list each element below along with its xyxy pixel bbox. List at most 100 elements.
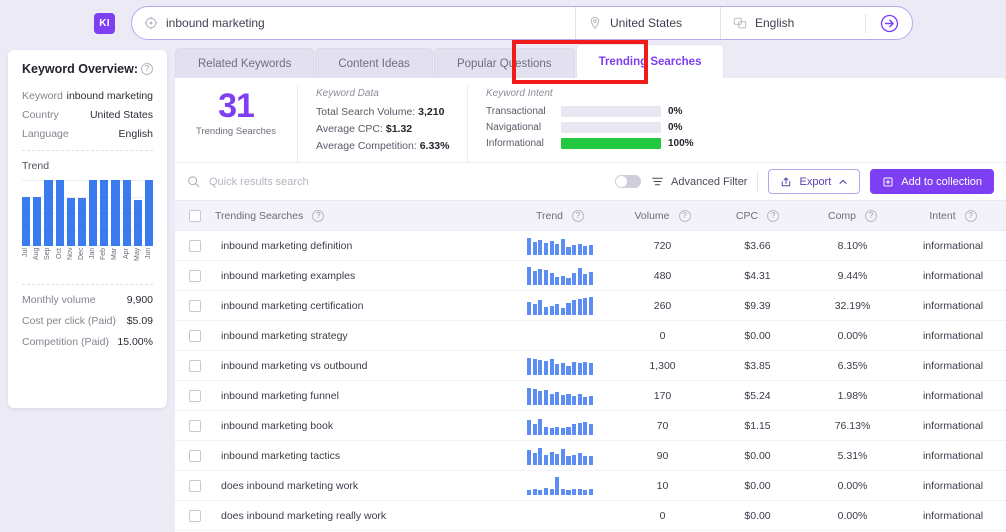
cell-cpc: $1.15: [710, 410, 805, 441]
chart-bar: [77, 198, 87, 246]
overview-field-language: Language English: [22, 128, 153, 140]
table-row[interactable]: inbound marketing vs outbound 1,300 $3.85 6…: [175, 350, 1006, 381]
filter-icon: [652, 177, 663, 186]
tab-trending-searches[interactable]: Trending Searches: [575, 44, 725, 78]
question-mark-icon[interactable]: ?: [865, 209, 877, 222]
header-label: Intent: [929, 209, 956, 222]
header-trend[interactable]: Trend ?: [505, 200, 615, 231]
question-mark-icon[interactable]: ?: [141, 63, 153, 75]
tab-content-ideas[interactable]: Content Ideas: [315, 48, 433, 78]
question-mark-icon[interactable]: ?: [572, 209, 585, 222]
keyword-overview-card: Keyword Overview: ? Keyword inbound mark…: [8, 50, 167, 408]
select-all-checkbox[interactable]: [189, 209, 201, 222]
cell-cpc: $4.31: [710, 260, 805, 291]
kd-value: 6.33%: [419, 140, 450, 152]
divider: [22, 150, 153, 151]
row-checkbox[interactable]: [189, 479, 201, 492]
table-row[interactable]: does inbound marketing really work 0 $0.00…: [175, 500, 1006, 531]
cell-trend-sparkline: [505, 230, 615, 261]
table-row[interactable]: inbound marketing tactics 90 $0.00 5.31% inf…: [175, 440, 1006, 471]
summary-strip: 31 Trending Searches Keyword Data Total …: [175, 78, 1006, 162]
cell-comp: 8.10%: [805, 230, 900, 261]
question-mark-icon[interactable]: ?: [312, 209, 325, 222]
table-row[interactable]: inbound marketing definition 720 $3.66 8.10…: [175, 230, 1006, 261]
row-checkbox[interactable]: [189, 299, 201, 312]
chart-bar: [122, 180, 131, 246]
header-volume[interactable]: Volume ?: [615, 200, 710, 231]
keyword-intent-block: Keyword Intent Transactional 0% Navigati…: [467, 86, 697, 162]
add-to-collection-button[interactable]: Add to collection: [870, 169, 994, 194]
stat-value: 9,900: [126, 294, 153, 306]
cell-trend-sparkline: [505, 380, 615, 411]
header-label: Trend: [535, 209, 564, 222]
stat-value: 15.00%: [117, 336, 153, 348]
table-row[interactable]: inbound marketing funnel 170 $5.24 1.98% inf…: [175, 380, 1006, 411]
cell-intent: informational: [900, 410, 1006, 441]
chart-x-tick-label: Jul: [22, 248, 29, 257]
row-checkbox[interactable]: [189, 269, 201, 282]
row-checkbox[interactable]: [189, 329, 201, 342]
advanced-filter-button[interactable]: Advanced Filter: [651, 175, 747, 188]
search-input[interactable]: [209, 175, 509, 188]
export-icon: [782, 176, 791, 186]
row-checkbox[interactable]: [189, 509, 201, 522]
cell-comp: 76.13%: [805, 410, 900, 441]
row-checkbox[interactable]: [189, 389, 201, 402]
cell-cpc: $0.00: [710, 320, 805, 351]
question-mark-icon[interactable]: ?: [678, 209, 691, 222]
chart-bar: [111, 180, 120, 246]
cell-volume: 260: [615, 290, 710, 321]
chart-x-tick-labels: Jul Aug Sep Oct Nov Dec Jan Feb Mar Apr May Jun: [22, 248, 153, 274]
filter-toggle[interactable]: [615, 175, 642, 188]
tab-related-keywords[interactable]: Related Keywords: [175, 48, 315, 78]
cell-intent: informational: [900, 440, 1006, 471]
table-row[interactable]: inbound marketing certification 260 $9.39 3…: [175, 290, 1006, 321]
stat-label: Monthly volume: [22, 294, 96, 306]
cell-intent: informational: [900, 260, 1006, 291]
kd-label: Average Competition:: [316, 140, 417, 152]
keyword-data-title: Keyword Data: [316, 88, 379, 99]
cell-volume: 0: [615, 320, 710, 351]
keyword-data-row: Average CPC: $1.32: [316, 123, 467, 135]
row-checkbox[interactable]: [189, 449, 201, 462]
intent-bar: [561, 138, 661, 149]
cell-comp: 6.35%: [805, 350, 900, 381]
cell-keyword: inbound marketing tactics: [215, 440, 505, 471]
keyword-input-segment[interactable]: inbound marketing: [132, 7, 575, 39]
question-mark-icon[interactable]: ?: [964, 209, 977, 222]
table-row[interactable]: inbound marketing book 70 $1.15 76.13% infor…: [175, 410, 1006, 441]
cell-volume: 70: [615, 410, 710, 441]
table-row[interactable]: does inbound marketing work 10 $0.00 0.00% i…: [175, 470, 1006, 501]
toolbar-actions: Advanced Filter Export Add to collection: [615, 169, 994, 194]
global-search-bar: inbound marketing United States English: [131, 6, 913, 40]
language-selector[interactable]: English: [720, 7, 865, 39]
header-cpc[interactable]: CPC ?: [710, 200, 805, 231]
tab-popular-questions[interactable]: Popular Questions: [433, 48, 575, 78]
table-row[interactable]: inbound marketing strategy 0 $0.00 0.00% inf…: [175, 320, 1006, 351]
divider: [757, 171, 759, 192]
row-checkbox[interactable]: [189, 419, 201, 432]
app-logo[interactable]: KI: [94, 13, 115, 34]
top-bar: KI inbound marketing United States Engli…: [0, 0, 1006, 46]
cell-intent: informational: [900, 470, 1006, 501]
sparkline: [527, 387, 593, 405]
overview-field-label: Keyword: [22, 90, 63, 102]
table-row[interactable]: inbound marketing examples 480 $4.31 9.44% i…: [175, 260, 1006, 291]
export-button[interactable]: Export: [768, 169, 861, 194]
cell-trend-sparkline: [505, 440, 615, 471]
row-checkbox[interactable]: [189, 239, 201, 252]
trending-searches-table: Trending Searches ? Trend ? Volume ? CPC…: [175, 200, 1006, 531]
header-trending-searches[interactable]: Trending Searches ?: [215, 200, 505, 231]
cell-intent: informational: [900, 380, 1006, 411]
header-intent[interactable]: Intent ?: [900, 200, 1006, 231]
search-submit-button[interactable]: [865, 13, 912, 33]
stat-label: Competition (Paid): [22, 336, 109, 348]
header-comp[interactable]: Comp ?: [805, 200, 900, 231]
row-checkbox[interactable]: [189, 359, 201, 372]
keyword-intent-title: Keyword Intent: [486, 88, 553, 99]
keyword-tool-app: KI inbound marketing United States Engli…: [0, 0, 1006, 532]
country-selector[interactable]: United States: [575, 7, 720, 39]
question-mark-icon[interactable]: ?: [767, 209, 780, 222]
cell-volume: 480: [615, 260, 710, 291]
table-header-row: Trending Searches ? Trend ? Volume ? CPC…: [175, 200, 1006, 231]
